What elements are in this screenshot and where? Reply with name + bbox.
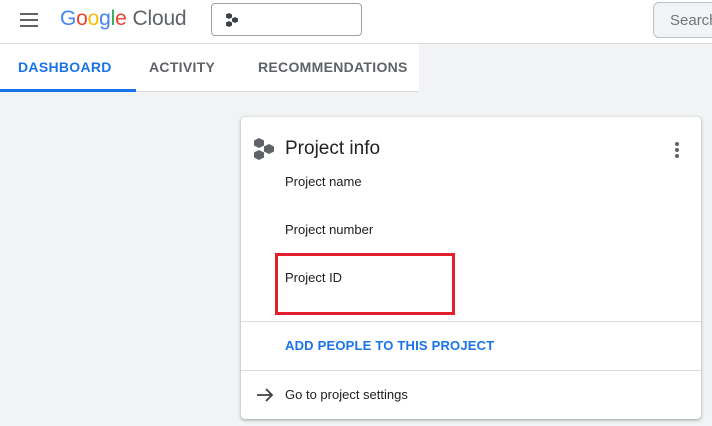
divider <box>241 321 701 322</box>
tab-bar: DASHBOARD ACTIVITY RECOMMENDATIONS <box>0 44 419 92</box>
arrow-right-icon <box>257 388 274 402</box>
logo-brand: Google <box>60 7 127 30</box>
more-vert-icon[interactable] <box>667 139 687 161</box>
tab-dashboard[interactable]: DASHBOARD <box>0 44 136 92</box>
top-app-bar: GoogleCloud Search <box>0 0 712 44</box>
tab-activity[interactable]: ACTIVITY <box>149 44 215 91</box>
hamburger-menu-icon[interactable] <box>18 11 40 29</box>
project-hexagon-icon <box>254 138 274 160</box>
tab-recommendations[interactable]: RECOMMENDATIONS <box>258 44 408 91</box>
project-hexagon-icon <box>226 13 238 27</box>
google-cloud-logo[interactable]: Google Cloud <box>60 7 187 31</box>
search-input[interactable]: Search <box>653 2 712 38</box>
project-name-label: Project name <box>285 174 362 189</box>
project-id-highlight <box>275 253 455 315</box>
search-placeholder: Search <box>670 12 712 29</box>
project-picker-button[interactable] <box>211 3 362 36</box>
logo-product: Cloud <box>132 7 187 30</box>
add-people-link[interactable]: ADD PEOPLE TO THIS PROJECT <box>285 338 494 353</box>
settings-label: Go to project settings <box>285 387 408 402</box>
go-to-project-settings-link[interactable]: Go to project settings <box>241 371 701 419</box>
project-number-label: Project number <box>285 222 374 237</box>
project-info-card: Project info Project name Project number… <box>241 117 701 419</box>
card-title: Project info <box>285 138 381 159</box>
